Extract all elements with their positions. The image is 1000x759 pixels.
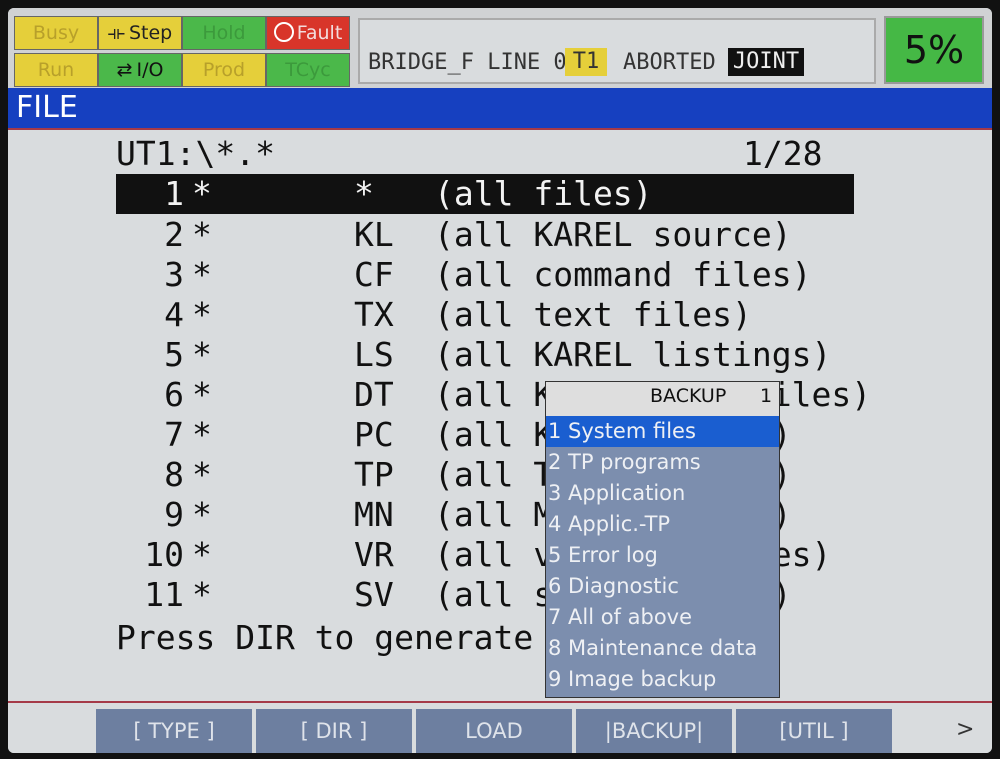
device-path: UT1:\*.* [116,134,275,173]
step-icon: ⟛ [107,22,125,44]
teach-pendant-screen: Busy ⟛ Step Hold Fault Run ⇄ I/O Prod TCyc… [8,8,992,753]
file-type-row[interactable]: 1 * * (all files) [116,174,854,214]
hold-indicator: Hold [182,16,266,50]
io-indicator: ⇄ I/O [98,53,182,87]
fault-indicator: Fault [266,16,350,50]
file-type-row[interactable]: 3 * CF (all command files) [116,255,854,295]
io-icon: ⇄ [116,59,133,81]
page-indicator: 1/28 [743,134,823,173]
status-bar: Busy ⟛ Step Hold Fault Run ⇄ I/O Prod TCyc… [8,8,992,88]
f3-load-button[interactable]: LOAD [416,709,572,753]
f4-backup-button[interactable]: |BACKUP| [576,709,732,753]
run-indicator: Run [14,53,98,87]
backup-item-image-backup[interactable]: 9 Image backup [546,664,779,695]
screen-title-bar: FILE [8,88,992,130]
f5-util-button[interactable]: [UTIL ] [736,709,892,753]
tcyc-indicator: TCyc [266,53,350,87]
backup-item-maintenance-data[interactable]: 8 Maintenance data [546,633,779,664]
prod-indicator: Prod [182,53,266,87]
backup-item-applic-tp[interactable]: 4 Applic.-TP [546,509,779,540]
function-key-bar: [ TYPE ] [ DIR ] LOAD |BACKUP| [UTIL ] > [8,701,992,753]
screen-title: FILE [16,90,78,125]
backup-item-application[interactable]: 3 Application [546,478,779,509]
prompt-line: Press DIR to generate d [116,618,573,657]
backup-menu-title: BACKUP [650,385,727,407]
override-percent[interactable]: 5% [884,16,984,84]
backup-menu-page: 1 [760,385,773,407]
program-status-box: BRIDGE_F LINE 0 T1 ABORTED JOINT [358,18,876,84]
backup-item-system-files[interactable]: 1 System files [546,416,779,447]
coord-badge: JOINT [728,48,804,76]
backup-item-error-log[interactable]: 5 Error log [546,540,779,571]
next-page-icon[interactable]: > [956,717,974,742]
f1-type-button[interactable]: [ TYPE ] [96,709,252,753]
backup-popup-menu: BACKUP 1 1 System files 2 TP programs 3 App… [545,381,780,698]
program-line: BRIDGE_F LINE 0 [368,50,567,75]
tool-badge: T1 [565,48,607,76]
file-type-row[interactable]: 4 * TX (all text files) [116,295,854,335]
fault-icon [273,22,294,42]
backup-item-tp-programs[interactable]: 2 TP programs [546,447,779,478]
backup-menu-header: BACKUP 1 [546,382,779,416]
step-indicator: ⟛ Step [98,16,182,50]
f2-dir-button[interactable]: [ DIR ] [256,709,412,753]
backup-item-diagnostic[interactable]: 6 Diagnostic [546,571,779,602]
backup-item-all-of-above[interactable]: 7 All of above [546,602,779,633]
busy-indicator: Busy [14,16,98,50]
execution-state: ABORTED [623,50,716,75]
file-type-row[interactable]: 5 * LS (all KAREL listings) [116,335,854,375]
file-type-row[interactable]: 2 * KL (all KAREL source) [116,215,854,255]
